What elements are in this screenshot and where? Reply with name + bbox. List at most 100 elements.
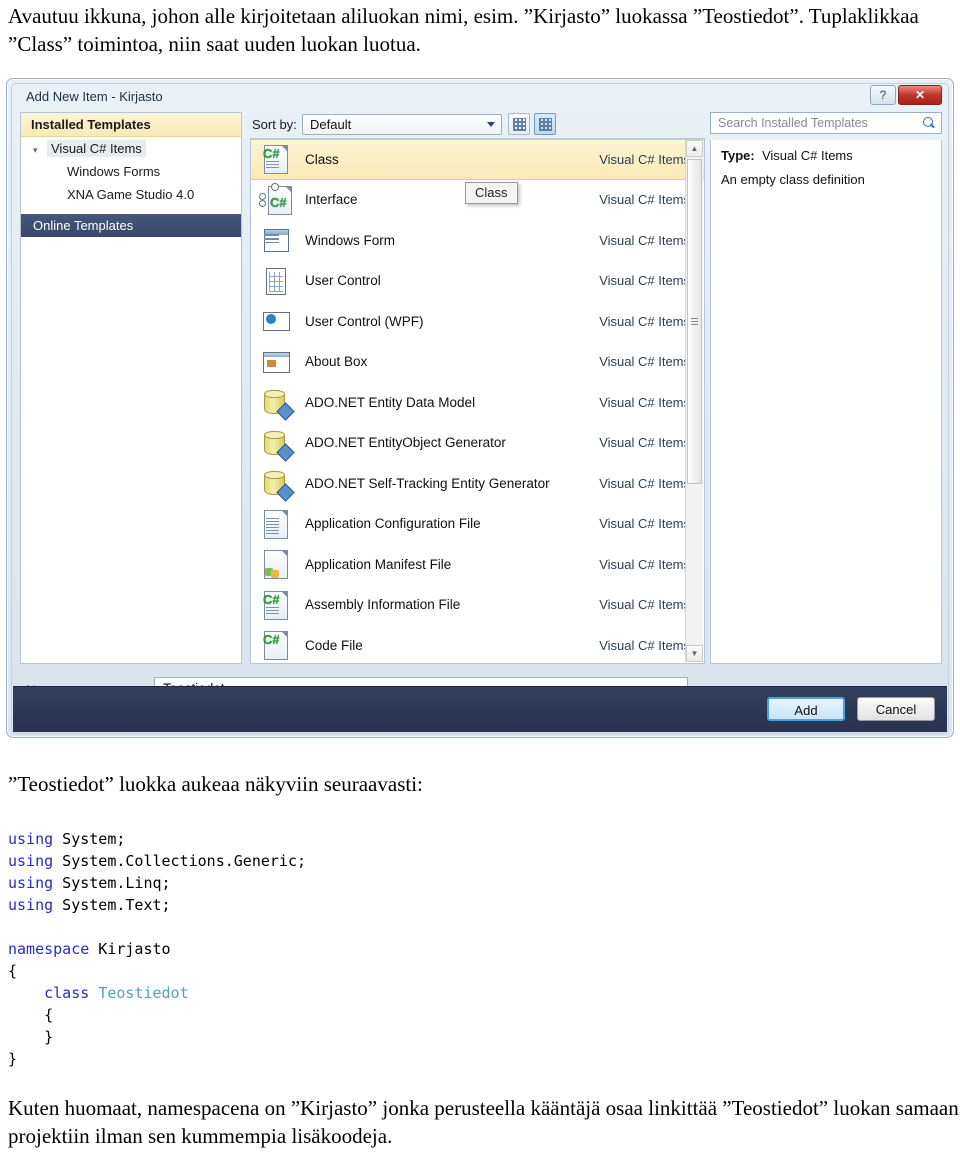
scroll-up-icon[interactable]: ▲ [686,140,703,157]
code-line: { [8,1004,708,1026]
user-control-wpf-icon [261,306,291,336]
scroll-down-icon[interactable]: ▼ [686,645,703,662]
tree-item-label: Windows Forms [67,164,161,179]
code-line: class Teostiedot [8,982,708,1004]
template-name: ADO.NET Self-Tracking Entity Generator [305,475,550,491]
code-token: } [8,1050,18,1068]
template-row-ado-entityobject-generator[interactable]: ADO.NET EntityObject Generator Visual C#… [251,423,704,464]
code-token: System.Collections.Generic; [53,852,307,870]
template-name: Class [305,151,339,167]
scrollbar-thumb[interactable] [687,159,702,484]
template-name: Assembly Information File [305,597,461,613]
large-icons-icon [539,118,552,131]
list-scrollbar[interactable]: ▲ ▼ [685,140,703,662]
template-name: User Control (WPF) [305,313,424,329]
template-category: Visual C# Items [599,516,690,532]
template-list[interactable]: C# Class Visual C# Items C# Interface Vi… [250,138,705,664]
dialog-title: Add New Item - Kirjasto [26,89,163,104]
code-token: System.Text; [53,896,171,914]
tree-item-xna-game-studio[interactable]: XNA Game Studio 4.0 [21,183,241,206]
template-row-windows-form[interactable]: Windows Form Visual C# Items [251,220,704,261]
template-row-app-manifest-file[interactable]: Application Manifest File Visual C# Item… [251,544,704,585]
template-row-ado-self-tracking-generator[interactable]: ADO.NET Self-Tracking Entity Generator V… [251,463,704,504]
template-category: Visual C# Items [599,394,690,410]
scrollbar-grip-icon [691,317,698,326]
details-panel: Search Installed Templates Type: Visual … [710,112,942,664]
tree-item-label: Visual C# Items [47,140,146,157]
sort-by-dropdown[interactable]: Default [302,114,502,135]
template-category: Visual C# Items [599,192,690,208]
class-tooltip: Class [465,182,518,204]
template-row-user-control[interactable]: User Control Visual C# Items [251,261,704,302]
code-token: { [8,962,18,980]
template-category: Visual C# Items [599,637,690,653]
add-button[interactable]: Add [767,697,845,721]
code-token: System; [53,830,126,848]
template-category: Visual C# Items [599,556,690,572]
cancel-button[interactable]: Cancel [857,697,935,721]
template-category: Visual C# Items [599,273,690,289]
template-row-about-box[interactable]: About Box Visual C# Items [251,342,704,383]
template-row-code-file[interactable]: C# Code File Visual C# Items [251,625,704,663]
code-token: Teostiedot [98,984,189,1002]
manifest-file-icon [261,549,291,580]
template-row-class[interactable]: C# Class Visual C# Items [251,139,704,180]
code-token: using [8,874,54,892]
dialog-content: Installed Templates ▾ Visual C# Items Win… [20,112,942,672]
template-name: About Box [305,354,368,370]
detail-type-label: Type: [721,148,755,163]
user-control-icon [261,266,291,296]
code-token: using [8,896,54,914]
cs-class-icon: C# [261,144,291,175]
template-name: Application Configuration File [305,516,481,532]
cs-interface-icon: C# [259,182,292,215]
template-row-app-config-file[interactable]: Application Configuration File Visual C#… [251,504,704,545]
search-input[interactable]: Search Installed Templates [718,116,868,130]
dialog-inner-frame: Add New Item - Kirjasto ? ✕ Installed Te… [11,83,949,734]
template-name: Application Manifest File [305,556,452,572]
code-line: } [8,1026,708,1048]
detail-type-value: Visual C# Items [761,148,853,163]
mid-heading: ”Teostiedot” luokka aukeaa näkyviin seur… [8,772,423,796]
database-icon [261,468,295,502]
code-line: using System.Text; [8,894,708,916]
code-line: { [8,960,708,982]
code-token: using [8,852,54,870]
dialog-titlebar: Add New Item - Kirjasto ? ✕ [12,84,948,112]
windows-form-icon [261,225,291,255]
template-category: Visual C# Items [599,313,690,329]
template-row-ado-entity-data-model[interactable]: ADO.NET Entity Data Model Visual C# Item… [251,382,704,423]
expander-collapse-icon[interactable]: ▾ [33,139,47,162]
search-icon[interactable] [922,116,936,131]
templates-center-panel: Sort by: Default C# Class Visual C# Item… [250,112,705,664]
template-category: Visual C# Items [599,151,690,167]
template-name: ADO.NET Entity Data Model [305,394,476,410]
template-row-user-control-wpf[interactable]: User Control (WPF) Visual C# Items [251,301,704,342]
detail-type-row: Type: Visual C# Items [721,148,931,163]
template-row-assembly-info-file[interactable]: C# Assembly Information File Visual C# I… [251,585,704,626]
template-category: Visual C# Items [599,232,690,248]
template-name: Code File [305,637,363,653]
config-file-icon [261,509,291,539]
tree-item-online-templates[interactable]: Online Templates [21,214,241,237]
sort-by-value: Default [310,117,352,132]
close-button[interactable]: ✕ [898,85,942,105]
code-token: using [8,830,54,848]
database-icon [261,387,295,421]
details-body: Type: Visual C# Items An empty class def… [710,140,942,664]
small-icons-view-button[interactable] [508,113,530,135]
installed-templates-tree: Installed Templates ▾ Visual C# Items Win… [20,112,242,664]
template-name: User Control [305,273,381,289]
tree-item-visual-csharp-items[interactable]: ▾ Visual C# Items [21,137,241,160]
code-line: } [8,1048,708,1070]
tree-item-windows-forms[interactable]: Windows Forms [21,160,241,183]
help-button[interactable]: ? [870,85,896,105]
database-icon [261,428,295,462]
tree-header: Installed Templates [21,113,241,137]
code-line: using System; [8,828,708,850]
large-icons-view-button[interactable] [534,113,556,135]
template-category: Visual C# Items [599,475,690,491]
search-installed-templates-box[interactable]: Search Installed Templates [710,112,942,134]
